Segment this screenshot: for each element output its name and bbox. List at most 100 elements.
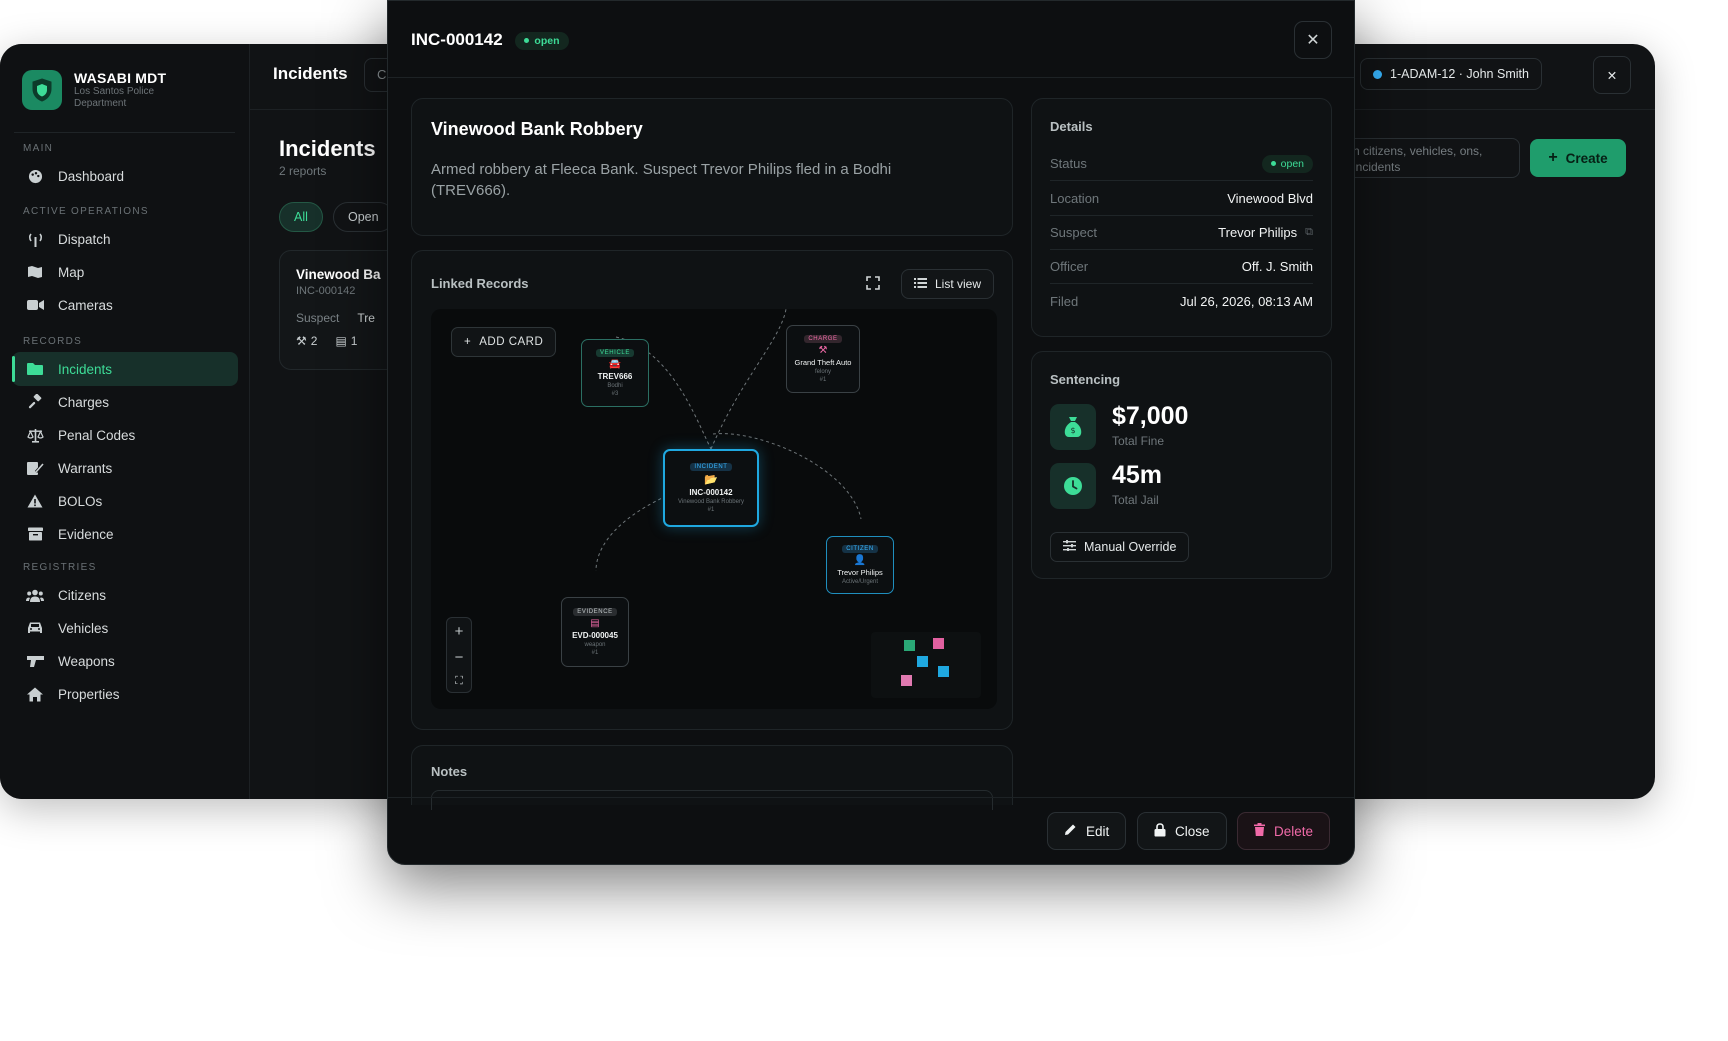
- node-sub: #1: [591, 650, 599, 656]
- sidebar-item-label: Weapons: [58, 653, 115, 669]
- fullscreen-icon[interactable]: [866, 276, 882, 292]
- records-search-input[interactable]: n citizens, vehicles, ons, incidents: [1340, 138, 1520, 178]
- node-sub: #1: [707, 507, 715, 513]
- sidebar-item-label: Incidents: [58, 361, 113, 377]
- folder-icon: 📂: [704, 474, 718, 486]
- node-sub: #1: [819, 377, 827, 383]
- list-view-button[interactable]: List view: [900, 269, 994, 299]
- node-vehicle[interactable]: VEHICLE 🚘 TREV666 Bodhi #3: [581, 339, 649, 407]
- fit-view-icon[interactable]: ⛶: [455, 675, 463, 688]
- list-icon: [913, 277, 927, 291]
- node-evidence[interactable]: EVIDENCE ▤ EVD-000045 weapon #1: [561, 597, 629, 667]
- edit-button[interactable]: Edit: [1047, 812, 1127, 850]
- list-view-label: List view: [934, 277, 981, 291]
- node-tag: VEHICLE: [596, 349, 634, 357]
- incident-summary-panel: Vinewood Bank Robbery Armed robbery at F…: [411, 98, 1013, 236]
- brand-title: WASABI MDT: [74, 70, 167, 86]
- svg-text:$: $: [1070, 426, 1075, 435]
- minimap[interactable]: [871, 632, 981, 698]
- charges-count: 2: [310, 334, 318, 348]
- lock-icon: [1154, 822, 1166, 840]
- gavel-icon: ⚒: [296, 334, 307, 348]
- create-label: Create: [1565, 150, 1608, 166]
- sidebar-item-dispatch[interactable]: Dispatch: [12, 222, 238, 256]
- sidebar-item-evidence[interactable]: Evidence: [12, 517, 238, 551]
- sidebar-item-label: BOLOs: [58, 493, 103, 509]
- copy-icon[interactable]: ⧉: [1305, 226, 1313, 239]
- sidebar-item-penal-codes[interactable]: Penal Codes: [12, 418, 238, 452]
- modal-close-button[interactable]: ✕: [1294, 21, 1332, 59]
- filter-all[interactable]: All: [279, 202, 323, 232]
- sentencing-title: Sentencing: [1050, 372, 1121, 387]
- folder-icon: [26, 360, 44, 378]
- sidebar-item-incidents[interactable]: Incidents: [12, 352, 238, 386]
- detail-key: Officer: [1050, 259, 1089, 274]
- graph-canvas[interactable]: + ADD CARD VEHICLE 🚘 TREV666 Bodhi #3 CH…: [431, 309, 997, 709]
- sidebar-item-weapons[interactable]: Weapons: [12, 644, 238, 678]
- box-icon: [26, 525, 44, 543]
- minimap-node: [917, 656, 928, 667]
- signature-icon: [26, 459, 44, 477]
- evidence-count: 1: [350, 334, 358, 348]
- close-icon: ✕: [1606, 68, 1618, 83]
- sidebar-item-label: Warrants: [58, 460, 113, 476]
- app-close-button[interactable]: ✕: [1593, 56, 1631, 94]
- node-tag: EVIDENCE: [573, 608, 617, 616]
- linked-records-panel: Linked Records List view + ADD CARD VEHI…: [411, 250, 1013, 730]
- plus-icon: +: [464, 336, 472, 348]
- sidebar-item-citizens[interactable]: Citizens: [12, 578, 238, 612]
- brand-subtitle: Los Santos Police Department: [74, 86, 155, 109]
- node-sub: Bodhi: [607, 383, 623, 389]
- zoom-in-icon[interactable]: +: [455, 623, 464, 640]
- sidebar-item-warrants[interactable]: Warrants: [12, 451, 238, 485]
- node-label: EVD-000045: [572, 631, 618, 640]
- zoom-out-icon[interactable]: −: [455, 649, 464, 666]
- section-records: RECORDS: [23, 336, 83, 347]
- add-card-button[interactable]: + ADD CARD: [451, 327, 557, 357]
- delete-button[interactable]: Delete: [1237, 812, 1331, 850]
- unit-status-pill[interactable]: 1-ADAM-12 · John Smith: [1360, 58, 1542, 90]
- sidebar-item-bolos[interactable]: BOLOs: [12, 484, 238, 518]
- node-incident[interactable]: INCIDENT 📂 INC-000142 Vinewood Bank Robb…: [663, 449, 759, 527]
- details-panel: Details Status open Location Vinewood Bl…: [1031, 98, 1332, 337]
- incident-card-title: Vinewood Ba: [296, 267, 381, 282]
- home-icon: [26, 685, 44, 703]
- car-icon: [26, 619, 44, 637]
- node-citizen[interactable]: CITIZEN 👤 Trevor Philips Active/Urgent: [826, 536, 894, 594]
- status-dot-icon: [524, 38, 530, 43]
- total-jail-value: 45m: [1112, 461, 1163, 489]
- sidebar-item-vehicles[interactable]: Vehicles: [12, 611, 238, 645]
- detail-value: Vinewood Blvd: [1227, 191, 1313, 206]
- filter-open[interactable]: Open: [333, 202, 394, 232]
- person-icon: 👤: [853, 555, 867, 566]
- sidebar-item-map[interactable]: Map: [12, 255, 238, 289]
- section-main: MAIN: [23, 143, 54, 154]
- node-tag: CHARGE: [804, 335, 842, 343]
- sidebar-item-charges[interactable]: Charges: [12, 385, 238, 419]
- close-label: Close: [1175, 823, 1210, 839]
- node-tag: INCIDENT: [690, 463, 732, 471]
- sidebar-item-label: Vehicles: [58, 620, 109, 636]
- close-incident-button[interactable]: Close: [1137, 812, 1227, 850]
- sidebar-item-label: Penal Codes: [58, 427, 136, 443]
- sidebar-item-cameras[interactable]: Cameras: [12, 288, 238, 322]
- node-charge[interactable]: CHARGE ⚒ Grand Theft Auto felony #1: [786, 325, 860, 393]
- notes-title: Notes: [431, 764, 468, 779]
- create-button[interactable]: + Create: [1530, 139, 1626, 177]
- incident-card-id: INC-000142: [296, 285, 356, 297]
- pencil-icon: [1064, 823, 1077, 839]
- detail-value[interactable]: Trevor Philips: [1218, 225, 1297, 240]
- manual-override-button[interactable]: Manual Override: [1050, 532, 1190, 562]
- report-count: 2 reports: [279, 164, 327, 178]
- detail-row-location: Location Vinewood Blvd: [1050, 182, 1313, 216]
- detail-row-officer: Officer Off. J. Smith: [1050, 250, 1313, 284]
- sliders-icon: [1063, 540, 1076, 554]
- sidebar-item-dashboard[interactable]: Dashboard: [12, 159, 238, 193]
- detail-row-suspect: Suspect Trevor Philips ⧉: [1050, 216, 1313, 250]
- modal-footer: Edit Close Delete: [388, 797, 1354, 866]
- gavel-icon: ⚒: [818, 345, 828, 356]
- node-tag: CITIZEN: [842, 545, 878, 553]
- node-label: Trevor Philips: [837, 568, 883, 577]
- map-icon: [26, 263, 44, 281]
- sidebar-item-properties[interactable]: Properties: [12, 677, 238, 711]
